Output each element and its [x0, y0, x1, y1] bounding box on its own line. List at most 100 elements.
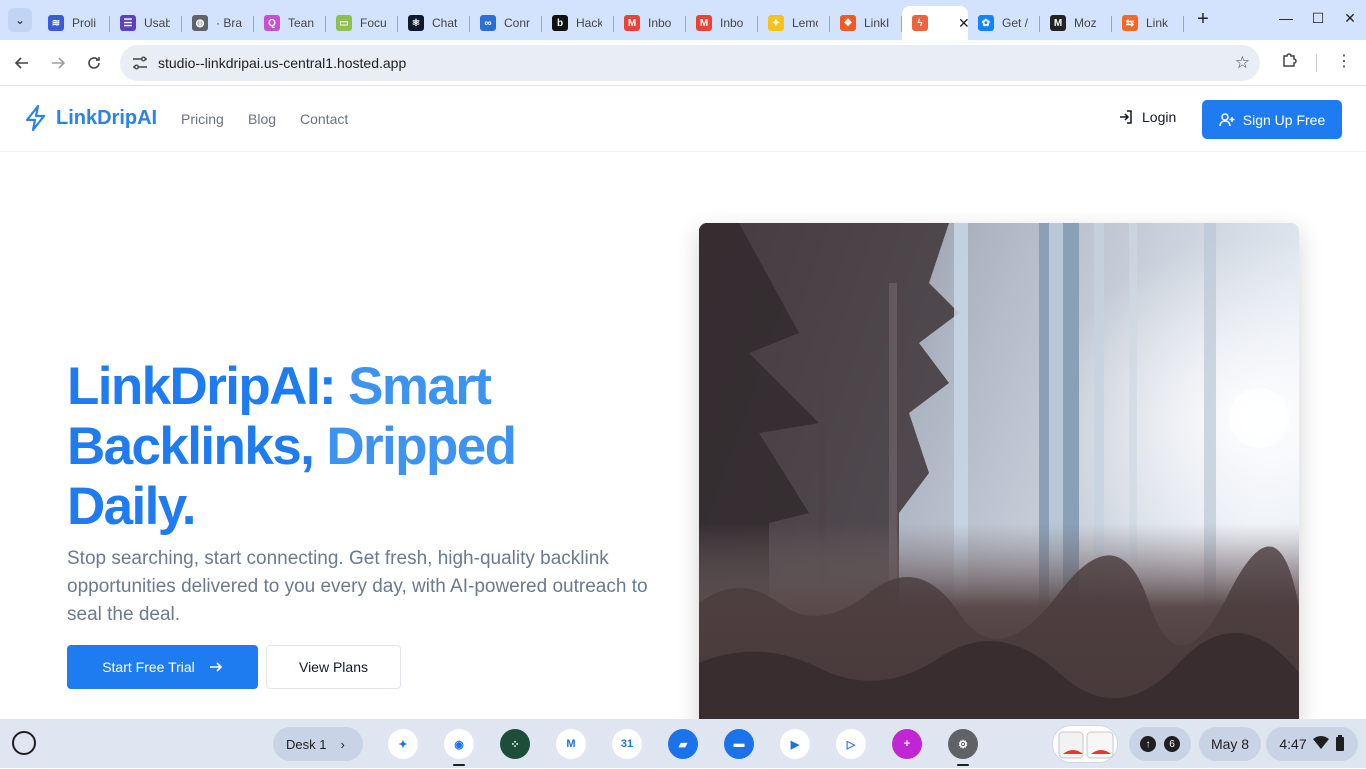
browser-tab[interactable]: ✦ Lemo: [758, 6, 830, 40]
browser-tab[interactable]: M Moz: [1040, 6, 1112, 40]
upload-arrow-icon: ↑: [1140, 736, 1156, 752]
more-menu-icon[interactable]: ⋮: [1336, 51, 1352, 71]
holding-space-tray[interactable]: [1052, 725, 1118, 763]
tab-title: Lemo: [792, 16, 818, 30]
close-tab-icon[interactable]: ✕: [958, 15, 968, 32]
battery-icon: [1335, 734, 1345, 754]
nav-link-contact[interactable]: Contact: [300, 111, 348, 127]
brand-name: LinkDripAI: [56, 106, 158, 129]
url-text[interactable]: studio--linkdripai.us-central1.hosted.ap…: [158, 55, 406, 71]
date-display[interactable]: May 8: [1199, 727, 1261, 761]
moz-favicon-icon: M: [1050, 15, 1066, 31]
site-info-icon[interactable]: [130, 53, 150, 73]
hero-subtitle: Stop searching, start connecting. Get fr…: [67, 548, 648, 625]
tab-title: Tean: [288, 16, 314, 30]
tab-title: Proli: [72, 16, 97, 30]
notification-tray[interactable]: ↑ 6: [1129, 727, 1191, 761]
back-arrow-icon[interactable]: [10, 51, 34, 75]
sign-up-button[interactable]: Sign Up Free: [1202, 100, 1342, 139]
arrow-right-icon: [209, 662, 222, 672]
tab-title: Get /: [1002, 16, 1028, 30]
user-plus-icon: [1219, 112, 1235, 126]
tab-list: ≋ Proli ☰ Usab ◍ · Bra Q Tean ▭ Focu ⚛ Chat ∞ Conr b Ha…: [38, 0, 1184, 40]
bluesky-favicon-icon: ✿: [978, 15, 994, 31]
hero-title-line-1: LinkDripAI: Smart: [67, 357, 492, 416]
login-arrow-icon: [1120, 110, 1132, 124]
tab-title: Chat: [432, 16, 458, 30]
browser-tab[interactable]: M Inbo: [686, 6, 758, 40]
tab-search-chevron-icon[interactable]: ⌄: [8, 8, 32, 32]
clock-time: 4:47: [1279, 736, 1307, 752]
usab-favicon-icon: ☰: [120, 15, 136, 31]
desk-label: Desk 1: [286, 736, 327, 752]
address-bar[interactable]: studio--linkdripai.us-central1.hosted.ap…: [120, 45, 1260, 81]
tab-title: Inbo: [648, 16, 672, 30]
extensions-puzzle-icon[interactable]: [1281, 51, 1299, 74]
maximize-icon[interactable]: ☐: [1310, 10, 1326, 26]
new-tab-button[interactable]: +: [1192, 8, 1214, 30]
hack-favicon-icon: b: [552, 15, 568, 31]
login-button[interactable]: Login: [1118, 109, 1176, 125]
gmail-favicon-icon: M: [696, 15, 712, 31]
browser-tab[interactable]: M Inbo: [614, 6, 686, 40]
gemini-app-icon[interactable]: ✦: [388, 729, 418, 759]
close-window-icon[interactable]: ✕: [1342, 10, 1358, 26]
meet-app-icon[interactable]: ▶: [780, 729, 810, 759]
browser-tab[interactable]: Q Tean: [254, 6, 326, 40]
bookmark-star-icon[interactable]: ☆: [1235, 53, 1250, 73]
desk-switcher[interactable]: Desk 1 ›: [273, 727, 363, 761]
forward-arrow-icon[interactable]: [46, 51, 70, 75]
sign-up-label: Sign Up Free: [1242, 111, 1326, 128]
tab-title: Conr: [504, 16, 530, 30]
tab-title: Inbo: [720, 16, 744, 30]
site-header: LinkDripAI Pricing Blog Contact Login Si…: [0, 87, 1366, 152]
team-favicon-icon: Q: [264, 15, 280, 31]
settings-app-icon[interactable]: ⚙: [948, 729, 978, 759]
elements-app-icon[interactable]: ⁘: [500, 729, 530, 759]
browser-tab[interactable]: ◍ · Bra: [182, 6, 254, 40]
files-app-icon[interactable]: ▰: [668, 729, 698, 759]
browser-tab[interactable]: ✿ Get /: [968, 6, 1040, 40]
calendar-app-icon[interactable]: 31: [612, 729, 642, 759]
browser-tab[interactable]: ⇆ Link: [1112, 6, 1184, 40]
brand-logo-link[interactable]: LinkDripAI: [24, 105, 157, 131]
toolbar-divider: [1316, 54, 1317, 72]
browser-tab[interactable]: ≋ Proli: [38, 6, 110, 40]
reload-icon[interactable]: [82, 51, 106, 75]
hero-title-line-3: Daily.: [67, 477, 196, 536]
link-favicon-icon: ∞: [480, 15, 496, 31]
view-plans-button[interactable]: View Plans: [266, 645, 401, 689]
lemon-favicon-icon: ✦: [768, 15, 784, 31]
running-indicator: [957, 764, 969, 766]
tab-title: Moz: [1074, 16, 1097, 30]
tab-strip: ⌄ ≋ Proli ☰ Usab ◍ · Bra Q Tean ▭ Focu ⚛ Chat ∞ Conr b…: [0, 0, 1366, 40]
nav-link-blog[interactable]: Blog: [248, 111, 276, 127]
tab-title: Hack: [576, 16, 602, 30]
hero-title-line-2: Backlinks, Dripped: [67, 417, 517, 476]
web-page: LinkDripAI Pricing Blog Contact Login Si…: [0, 87, 1366, 719]
nav-link-pricing[interactable]: Pricing: [181, 111, 224, 127]
hero-forest-image: [699, 223, 1299, 719]
launcher-button[interactable]: [12, 731, 36, 755]
gmail-app-icon[interactable]: M: [556, 729, 586, 759]
tab-title: · Bra: [216, 16, 242, 30]
browser-tab[interactable]: ∞ Conr: [470, 6, 542, 40]
status-area[interactable]: 4:47: [1266, 727, 1358, 761]
browser-tab[interactable]: ❖ LinkI: [830, 6, 902, 40]
linkdrip-favicon-icon: ϟ: [912, 15, 928, 31]
chevron-right-icon: ›: [340, 736, 345, 752]
browser-tab[interactable]: ϟ ✕: [902, 6, 968, 40]
browser-tab[interactable]: ⚛ Chat: [398, 6, 470, 40]
gmail-favicon-icon: M: [624, 15, 640, 31]
lightning-bolt-icon: [25, 105, 46, 131]
messages-app-icon[interactable]: ▬: [724, 729, 754, 759]
play-store-app-icon[interactable]: ▷: [836, 729, 866, 759]
browser-tab[interactable]: b Hack: [542, 6, 614, 40]
browser-tab[interactable]: ▭ Focu: [326, 6, 398, 40]
start-free-trial-button[interactable]: Start Free Trial: [67, 645, 258, 689]
proli-favicon-icon: ≋: [48, 15, 64, 31]
minimize-icon[interactable]: —: [1278, 10, 1294, 26]
chrome-app-icon[interactable]: ◉: [444, 729, 474, 759]
browser-tab[interactable]: ☰ Usab: [110, 6, 182, 40]
screencast-app-icon[interactable]: +: [892, 729, 922, 759]
